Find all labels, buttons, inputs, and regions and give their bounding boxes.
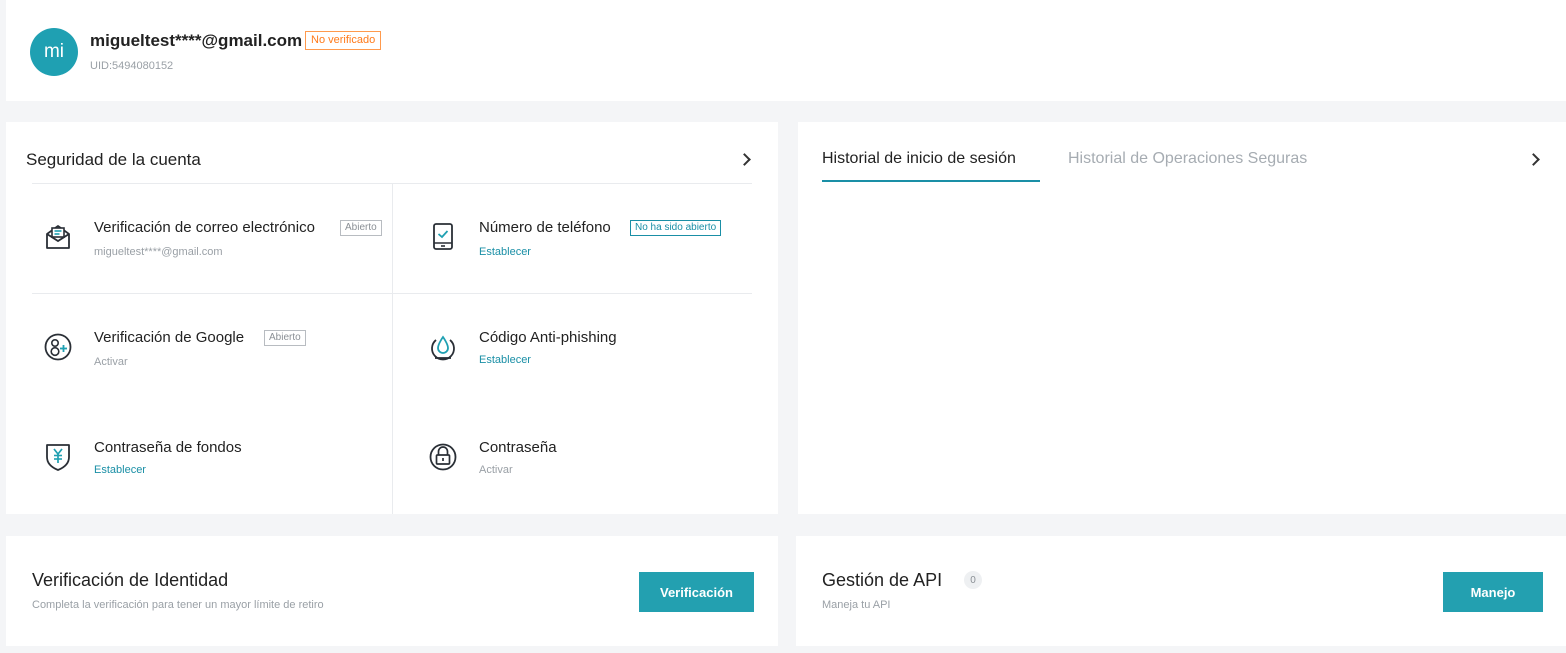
security-item-password[interactable]: Contraseña Activar [429, 439, 749, 482]
phone-icon [433, 223, 453, 250]
api-count-badge: 0 [964, 571, 982, 589]
security-item-link[interactable]: Establecer [479, 246, 531, 258]
avatar-initials: mi [43, 41, 65, 62]
anti-phishing-icon [431, 335, 455, 361]
google-auth-icon [44, 333, 72, 361]
email-icon [46, 225, 70, 249]
api-subtitle: Maneja tu API [822, 599, 891, 611]
security-item-google-auth[interactable]: Verificación de Google Abierto Activar [44, 329, 394, 372]
identity-subtitle: Completa la verificación para tener un m… [32, 599, 324, 611]
verification-status-badge: No verificado [305, 31, 382, 50]
security-item-fund-password[interactable]: Contraseña de fondos Establecer [44, 439, 394, 482]
security-item-title: Contraseña de fondos [94, 439, 242, 456]
security-item-subtitle: migueltest****@gmail.com [94, 246, 223, 258]
user-uid: UID:5494080152 [90, 60, 174, 72]
status-badge: Abierto [340, 220, 382, 236]
verification-button[interactable]: Verificación [639, 572, 754, 612]
security-item-link[interactable]: Establecer [479, 354, 531, 366]
security-item-link[interactable]: Establecer [94, 464, 146, 476]
status-badge: Abierto [264, 330, 306, 346]
security-item-title: Verificación de Google [94, 329, 245, 346]
manage-api-button[interactable]: Manejo [1443, 572, 1543, 612]
security-item-title: Número de teléfono [479, 219, 611, 236]
status-badge: No ha sido abierto [630, 220, 722, 236]
security-item-link[interactable]: Activar [479, 464, 513, 476]
identity-title: Verificación de Identidad [32, 570, 229, 590]
api-title: Gestión de API [822, 570, 943, 590]
user-email: migueltest****@gmail.com [90, 31, 303, 50]
active-tab-indicator [822, 180, 1040, 182]
tab-secure-operations-history[interactable]: Historial de Operaciones Seguras [1068, 150, 1307, 168]
security-item-email[interactable]: Verificación de correo electrónico Abier… [44, 219, 394, 262]
fund-shield-icon [46, 444, 70, 471]
security-item-title: Contraseña [479, 439, 557, 456]
security-item-title: Verificación de correo electrónico [94, 219, 315, 236]
security-item-anti-phishing[interactable]: Código Anti-phishing Establecer [429, 329, 749, 372]
security-item-link[interactable]: Activar [94, 356, 128, 368]
avatar: mi [30, 28, 78, 76]
tab-login-history[interactable]: Historial de inicio de sesión [822, 150, 1016, 168]
security-title: Seguridad de la cuenta [26, 150, 201, 169]
security-item-title: Código Anti-phishing [479, 329, 617, 346]
lock-icon [429, 443, 457, 471]
security-item-phone[interactable]: Número de teléfono No ha sido abierto Es… [429, 219, 749, 262]
